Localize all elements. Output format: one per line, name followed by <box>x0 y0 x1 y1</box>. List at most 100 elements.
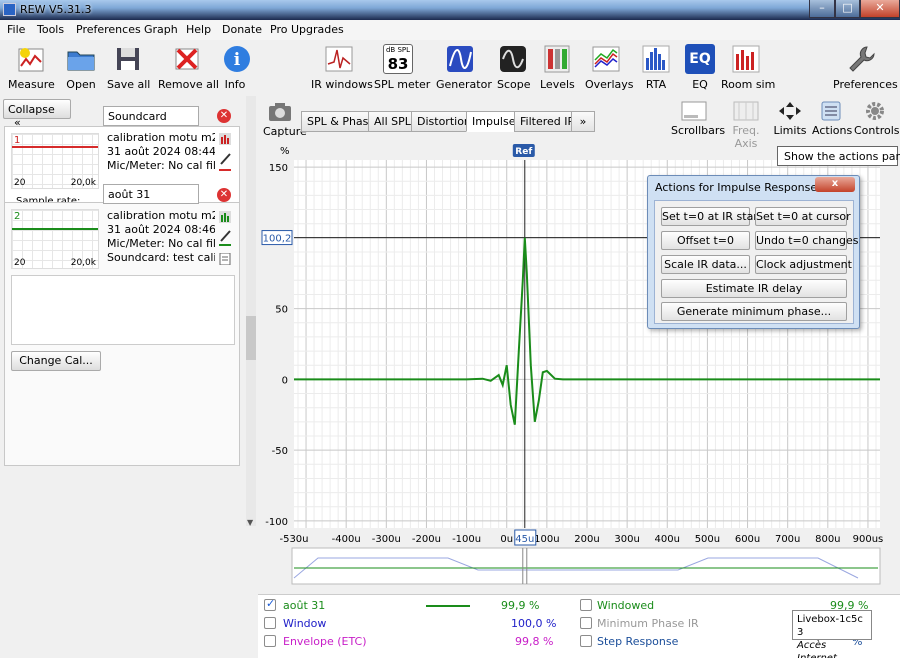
rta-button[interactable]: RTA <box>641 44 671 91</box>
levels-icon <box>544 45 570 73</box>
overlays-icon <box>592 46 620 72</box>
graph-icon[interactable] <box>219 211 231 223</box>
minimize-button[interactable]: – <box>809 0 835 18</box>
info-button[interactable]: i Info <box>222 44 250 91</box>
remove-icon <box>175 48 199 70</box>
trace-color-swatch[interactable] <box>219 169 231 171</box>
undo-t0-button[interactable]: Undo t=0 changes <box>755 231 858 250</box>
pen-icon[interactable] <box>219 153 231 165</box>
remove-measurement-1-icon[interactable]: ✕ <box>217 109 231 123</box>
scale-ir-button[interactable]: Scale IR data... <box>661 255 750 274</box>
title-bar: REW V5.31.3 – □ ✕ <box>0 0 900 20</box>
capture-button[interactable]: Capture <box>263 102 307 138</box>
preferences-button[interactable]: Preferences <box>833 44 898 91</box>
limits-button[interactable]: Limits <box>773 101 807 137</box>
eq-button[interactable]: EQ EQ <box>685 44 715 91</box>
change-cal-button[interactable]: Change Cal... <box>11 351 101 371</box>
generator-icon <box>447 46 473 72</box>
clock-adjustment-button[interactable]: Clock adjustment <box>755 255 852 274</box>
maximize-button[interactable]: □ <box>835 0 860 18</box>
measurement-1-info: calibration motu m2 t 31 août 2024 08:44… <box>107 131 215 172</box>
notes-area[interactable] <box>11 275 235 345</box>
menu-help[interactable]: Help <box>186 23 211 36</box>
save-all-button[interactable]: Save all <box>107 44 150 91</box>
menu-tools[interactable]: Tools <box>37 23 64 36</box>
collapse-button[interactable]: Collapse « <box>3 99 71 129</box>
generate-min-phase-button[interactable]: Generate minimum phase... <box>661 302 847 321</box>
set-t0-ir-start-button[interactable]: Set t=0 at IR start <box>661 207 762 226</box>
remove-all-button[interactable]: Remove all <box>158 44 219 91</box>
controls-button[interactable]: Controls <box>854 101 900 137</box>
legend-label-windowed: Windowed <box>597 599 655 612</box>
generator-button[interactable]: Generator <box>436 44 492 91</box>
menu-preferences[interactable]: Preferences <box>76 23 141 36</box>
menu-file[interactable]: File <box>7 23 25 36</box>
y-tick-label: 50 <box>275 305 288 316</box>
y-tick-label: -50 <box>272 446 288 457</box>
eq-icon: EQ <box>685 44 715 74</box>
legend-checkbox-windowed[interactable] <box>580 599 592 611</box>
legend-checkbox-step[interactable] <box>580 635 592 647</box>
levels-button[interactable]: Levels <box>540 44 575 91</box>
room-sim-button[interactable]: Room sim <box>721 44 775 91</box>
legend-checkbox-min-phase[interactable] <box>580 617 592 629</box>
measurement-2-info: calibration motu m2 t 31 août 2024 08:46… <box>107 209 215 264</box>
spl-meter-button[interactable]: dB SPL 83 SPL meter <box>374 44 430 91</box>
menu-donate[interactable]: Donate <box>222 23 262 36</box>
measurement-1-thumbnail: 1 20 20,0k <box>11 133 99 189</box>
scope-button[interactable]: Scope <box>497 44 531 91</box>
measurement-2-thumbnail: 2 20 20,0k <box>11 209 99 269</box>
scrollbars-button[interactable]: Scrollbars <box>671 101 725 137</box>
x-tick-label: -100u <box>452 534 481 545</box>
document-icon[interactable] <box>219 253 231 265</box>
legend-checkbox-window[interactable] <box>264 617 276 629</box>
gear-icon <box>866 102 884 120</box>
scrollbars-icon <box>681 101 707 121</box>
legend-checkbox-aout31[interactable] <box>264 597 276 611</box>
measurement-1-name-field[interactable]: Soundcard <box>103 106 199 126</box>
legend-label-min-phase: Minimum Phase IR <box>597 617 699 630</box>
legend-label-aout31: août 31 <box>283 599 326 612</box>
overview-strip[interactable] <box>291 547 881 585</box>
measure-button[interactable]: Measure <box>8 44 55 91</box>
window-title: REW V5.31.3 <box>20 3 92 16</box>
estimate-ir-delay-button[interactable]: Estimate IR delay <box>661 279 847 298</box>
network-popup: Livebox-1c5c 3 Accès Internet <box>792 610 872 658</box>
open-button[interactable]: Open <box>62 44 100 91</box>
save-icon <box>117 48 139 70</box>
trace-color-swatch[interactable] <box>219 244 231 246</box>
set-t0-cursor-button[interactable]: Set t=0 at cursor <box>755 207 851 226</box>
menu-pro-upgrades[interactable]: Pro Upgrades <box>270 23 344 36</box>
legend-label-step: Step Response <box>597 635 679 648</box>
actions-icon <box>821 101 841 121</box>
overlays-button[interactable]: Overlays <box>585 44 634 91</box>
sidebar-scrollbar-thumb[interactable] <box>246 316 256 360</box>
legend-value-window: 100,0 % <box>511 617 557 630</box>
actions-button[interactable]: Actions <box>812 101 852 137</box>
x-tick-label: 500u <box>695 534 720 545</box>
measurement-card-2[interactable]: 2 20 20,0k calibration motu m2 t 31 août… <box>4 202 240 466</box>
ir-windows-button[interactable]: IR windows <box>311 44 373 91</box>
remove-measurement-2-icon[interactable]: ✕ <box>217 188 231 202</box>
offset-t0-button[interactable]: Offset t=0 <box>661 231 750 250</box>
tab-all-spl[interactable]: All SPL <box>368 111 417 132</box>
sidebar-scrollbar[interactable] <box>246 96 256 526</box>
pen-icon[interactable] <box>219 230 231 242</box>
actions-panel-close-button[interactable]: x <box>815 177 855 192</box>
graph-icon[interactable] <box>219 133 231 145</box>
wrench-icon <box>849 46 875 72</box>
tabs-more-button[interactable]: » <box>571 111 595 132</box>
x-tick-label: 900us <box>853 534 884 545</box>
y-tick-label: 150 <box>269 163 288 174</box>
app-icon <box>3 3 16 16</box>
menu-graph[interactable]: Graph <box>144 23 178 36</box>
actions-tooltip: Show the actions panel <box>777 146 900 166</box>
scroll-down-icon[interactable]: ▼ <box>247 518 253 527</box>
legend-checkbox-envelope[interactable] <box>264 635 276 647</box>
rta-icon <box>642 45 670 73</box>
actions-panel-title: Actions for Impulse Response <box>655 181 818 194</box>
x-tick-label: -300u <box>372 534 401 545</box>
close-button[interactable]: ✕ <box>860 0 900 18</box>
measurement-2-name-field[interactable]: août 31 <box>103 184 199 204</box>
x-tick-label: 200u <box>574 534 599 545</box>
